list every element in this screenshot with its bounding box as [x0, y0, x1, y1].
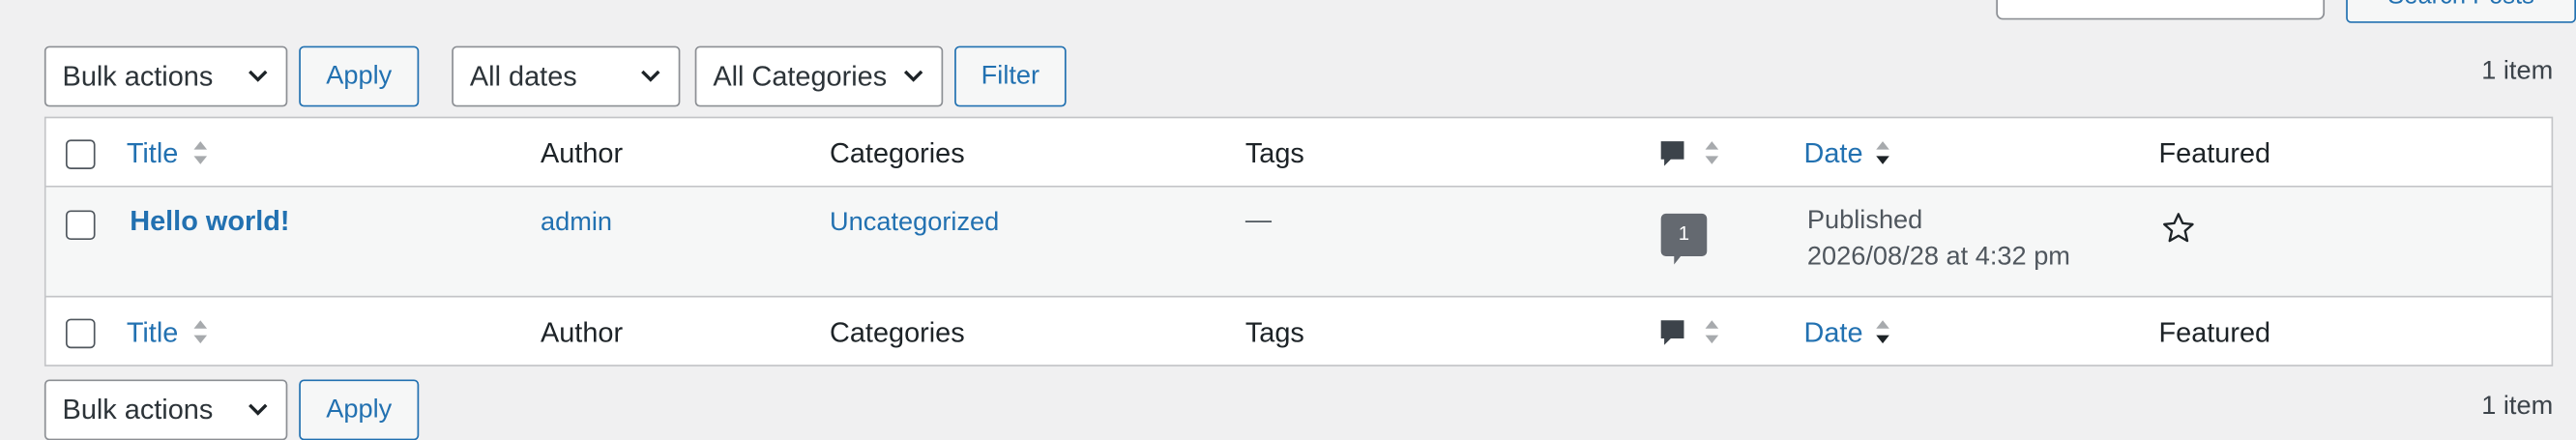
chevron-down-icon [641, 70, 660, 82]
select-all-checkbox[interactable] [65, 139, 96, 169]
filter-label: Filter [981, 61, 1040, 90]
title-column-footer[interactable]: Title [127, 317, 179, 350]
dates-filter-select[interactable]: All dates [452, 45, 681, 107]
comment-count-bubble[interactable]: 1 [1659, 212, 1709, 268]
post-tags-value: — [1244, 207, 1273, 235]
row-checkbox[interactable] [65, 210, 96, 241]
post-date: 2026/08/28 at 4:32 pm [1806, 243, 2070, 272]
chevron-down-icon [249, 403, 268, 416]
chevron-down-icon [249, 70, 268, 82]
comment-count: 1 [1678, 221, 1690, 246]
comment-bubble-icon[interactable] [1659, 139, 1685, 169]
categories-column-header: Categories [829, 137, 965, 169]
chevron-down-icon [903, 70, 923, 82]
filter-button[interactable]: Filter [954, 45, 1067, 107]
dates-filter-label: All dates [469, 60, 577, 92]
post-status: Published [1806, 207, 1923, 235]
bulk-actions-label: Bulk actions [62, 60, 214, 92]
author-column-header: Author [540, 137, 624, 169]
sort-desc-icon[interactable] [1875, 139, 1891, 165]
categories-filter-select[interactable]: All Categories [694, 45, 944, 107]
items-count-bottom: 1 item [2481, 393, 2554, 421]
post-author-link[interactable]: admin [541, 209, 612, 239]
star-outline-icon[interactable] [2160, 210, 2196, 246]
table-footer-row: Title Author Categories Tags Date Featur… [46, 298, 2552, 367]
featured-column-footer: Featured [2158, 316, 2271, 349]
date-column-header[interactable]: Date [1804, 138, 1863, 171]
apply-label: Apply [326, 395, 393, 424]
post-category-link[interactable]: Uncategorized [830, 209, 999, 239]
post-title-link[interactable]: Hello world! [130, 205, 289, 238]
table-header-row: Title Author Categories Tags Date Featur… [45, 118, 2552, 188]
categories-column-footer: Categories [829, 316, 965, 349]
table-row: Hello world! admin Uncategorized — 1 Pub… [45, 187, 2552, 298]
posts-list-screen: Search Posts Bulk actions Apply All date… [0, 0, 2576, 440]
apply-label: Apply [326, 61, 393, 90]
apply-button-bottom[interactable]: Apply [299, 379, 420, 440]
categories-filter-label: All Categories [713, 60, 888, 92]
sort-arrows-icon[interactable] [192, 319, 209, 345]
tags-column-header: Tags [1244, 137, 1304, 169]
search-input[interactable] [1996, 0, 2326, 20]
date-column-footer[interactable]: Date [1804, 317, 1863, 350]
tags-column-footer: Tags [1244, 316, 1304, 349]
sort-arrows-icon[interactable] [1704, 139, 1720, 165]
bulk-actions-label: Bulk actions [62, 393, 214, 425]
bulk-actions-select[interactable]: Bulk actions [44, 45, 288, 107]
posts-table: Title Author Categories Tags Date Featur… [44, 116, 2554, 367]
apply-button[interactable]: Apply [299, 45, 420, 107]
bulk-actions-select-bottom[interactable]: Bulk actions [44, 379, 288, 440]
items-count-top: 1 item [2481, 57, 2554, 86]
comment-bubble-icon[interactable] [1659, 319, 1685, 349]
featured-column-header: Featured [2158, 137, 2271, 169]
sort-desc-icon[interactable] [1875, 319, 1891, 345]
sort-arrows-icon[interactable] [1704, 319, 1720, 345]
sort-arrows-icon[interactable] [192, 139, 209, 165]
author-column-footer: Author [540, 316, 624, 349]
search-posts-button[interactable]: Search Posts [2346, 0, 2576, 23]
select-all-checkbox-footer[interactable] [65, 318, 96, 349]
title-column-header[interactable]: Title [127, 138, 179, 171]
search-posts-label: Search Posts [2387, 0, 2534, 10]
